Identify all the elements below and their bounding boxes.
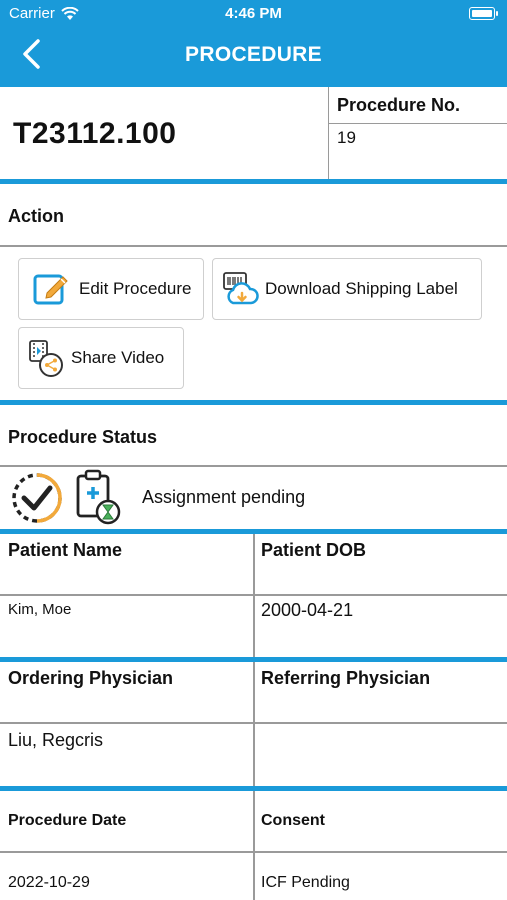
battery-icon	[469, 7, 498, 20]
ordering-physician-value: Liu, Regcris	[8, 730, 104, 750]
patient-dob-label: Patient DOB	[261, 540, 367, 560]
procedure-id: T23112.100	[13, 117, 177, 150]
divider	[253, 662, 255, 786]
referring-physician-label: Referring Physician	[261, 668, 431, 688]
status-check-icon	[12, 473, 62, 523]
edit-procedure-label: Edit Procedure	[79, 279, 192, 298]
procedure-status-title: Procedure Status	[8, 427, 158, 447]
divider	[329, 123, 507, 124]
divider	[0, 465, 507, 467]
clipboard-pending-icon	[76, 469, 121, 525]
edit-icon	[33, 274, 68, 305]
section-divider	[0, 179, 507, 184]
divider	[253, 534, 255, 658]
status-bar: Carrier 4:46 PM	[0, 0, 507, 30]
divider	[0, 851, 507, 853]
consent-label: Consent	[261, 812, 325, 829]
divider	[0, 594, 507, 596]
download-label-icon	[223, 272, 259, 305]
patient-name-label: Patient Name	[8, 540, 123, 560]
procedure-header: T23112.100 Procedure No. 19	[0, 87, 507, 180]
procedure-date-value: 2022-10-29	[8, 874, 90, 891]
status-time: 4:46 PM	[225, 5, 282, 22]
patient-name-value: Kim, Moe	[8, 601, 72, 618]
ordering-physician-label: Ordering Physician	[8, 668, 174, 688]
divider	[0, 722, 507, 724]
procedure-status-value: Assignment pending	[142, 487, 306, 507]
edit-procedure-button[interactable]: Edit Procedure	[18, 258, 204, 320]
section-divider	[0, 400, 507, 405]
share-video-label: Share Video	[71, 348, 165, 367]
share-video-button[interactable]: Share Video	[18, 327, 184, 389]
consent-value: ICF Pending	[261, 874, 350, 891]
divider	[0, 245, 507, 247]
procedure-date-label: Procedure Date	[8, 812, 127, 829]
action-section-title: Action	[8, 206, 64, 226]
procedure-number-label: Procedure No.	[337, 95, 461, 115]
navigation-bar: Carrier 4:46 PM PROCEDURE	[0, 0, 507, 87]
procedure-number-value: 19	[337, 128, 356, 147]
download-shipping-label-label: Download Shipping Label	[265, 279, 458, 298]
share-video-icon	[29, 340, 63, 377]
page-title: PROCEDURE	[185, 43, 322, 66]
download-shipping-label-button[interactable]: Download Shipping Label	[212, 258, 482, 320]
patient-dob-value: 2000-04-21	[261, 600, 354, 620]
divider	[253, 791, 255, 900]
procedure-number-box: Procedure No. 19	[328, 87, 507, 180]
